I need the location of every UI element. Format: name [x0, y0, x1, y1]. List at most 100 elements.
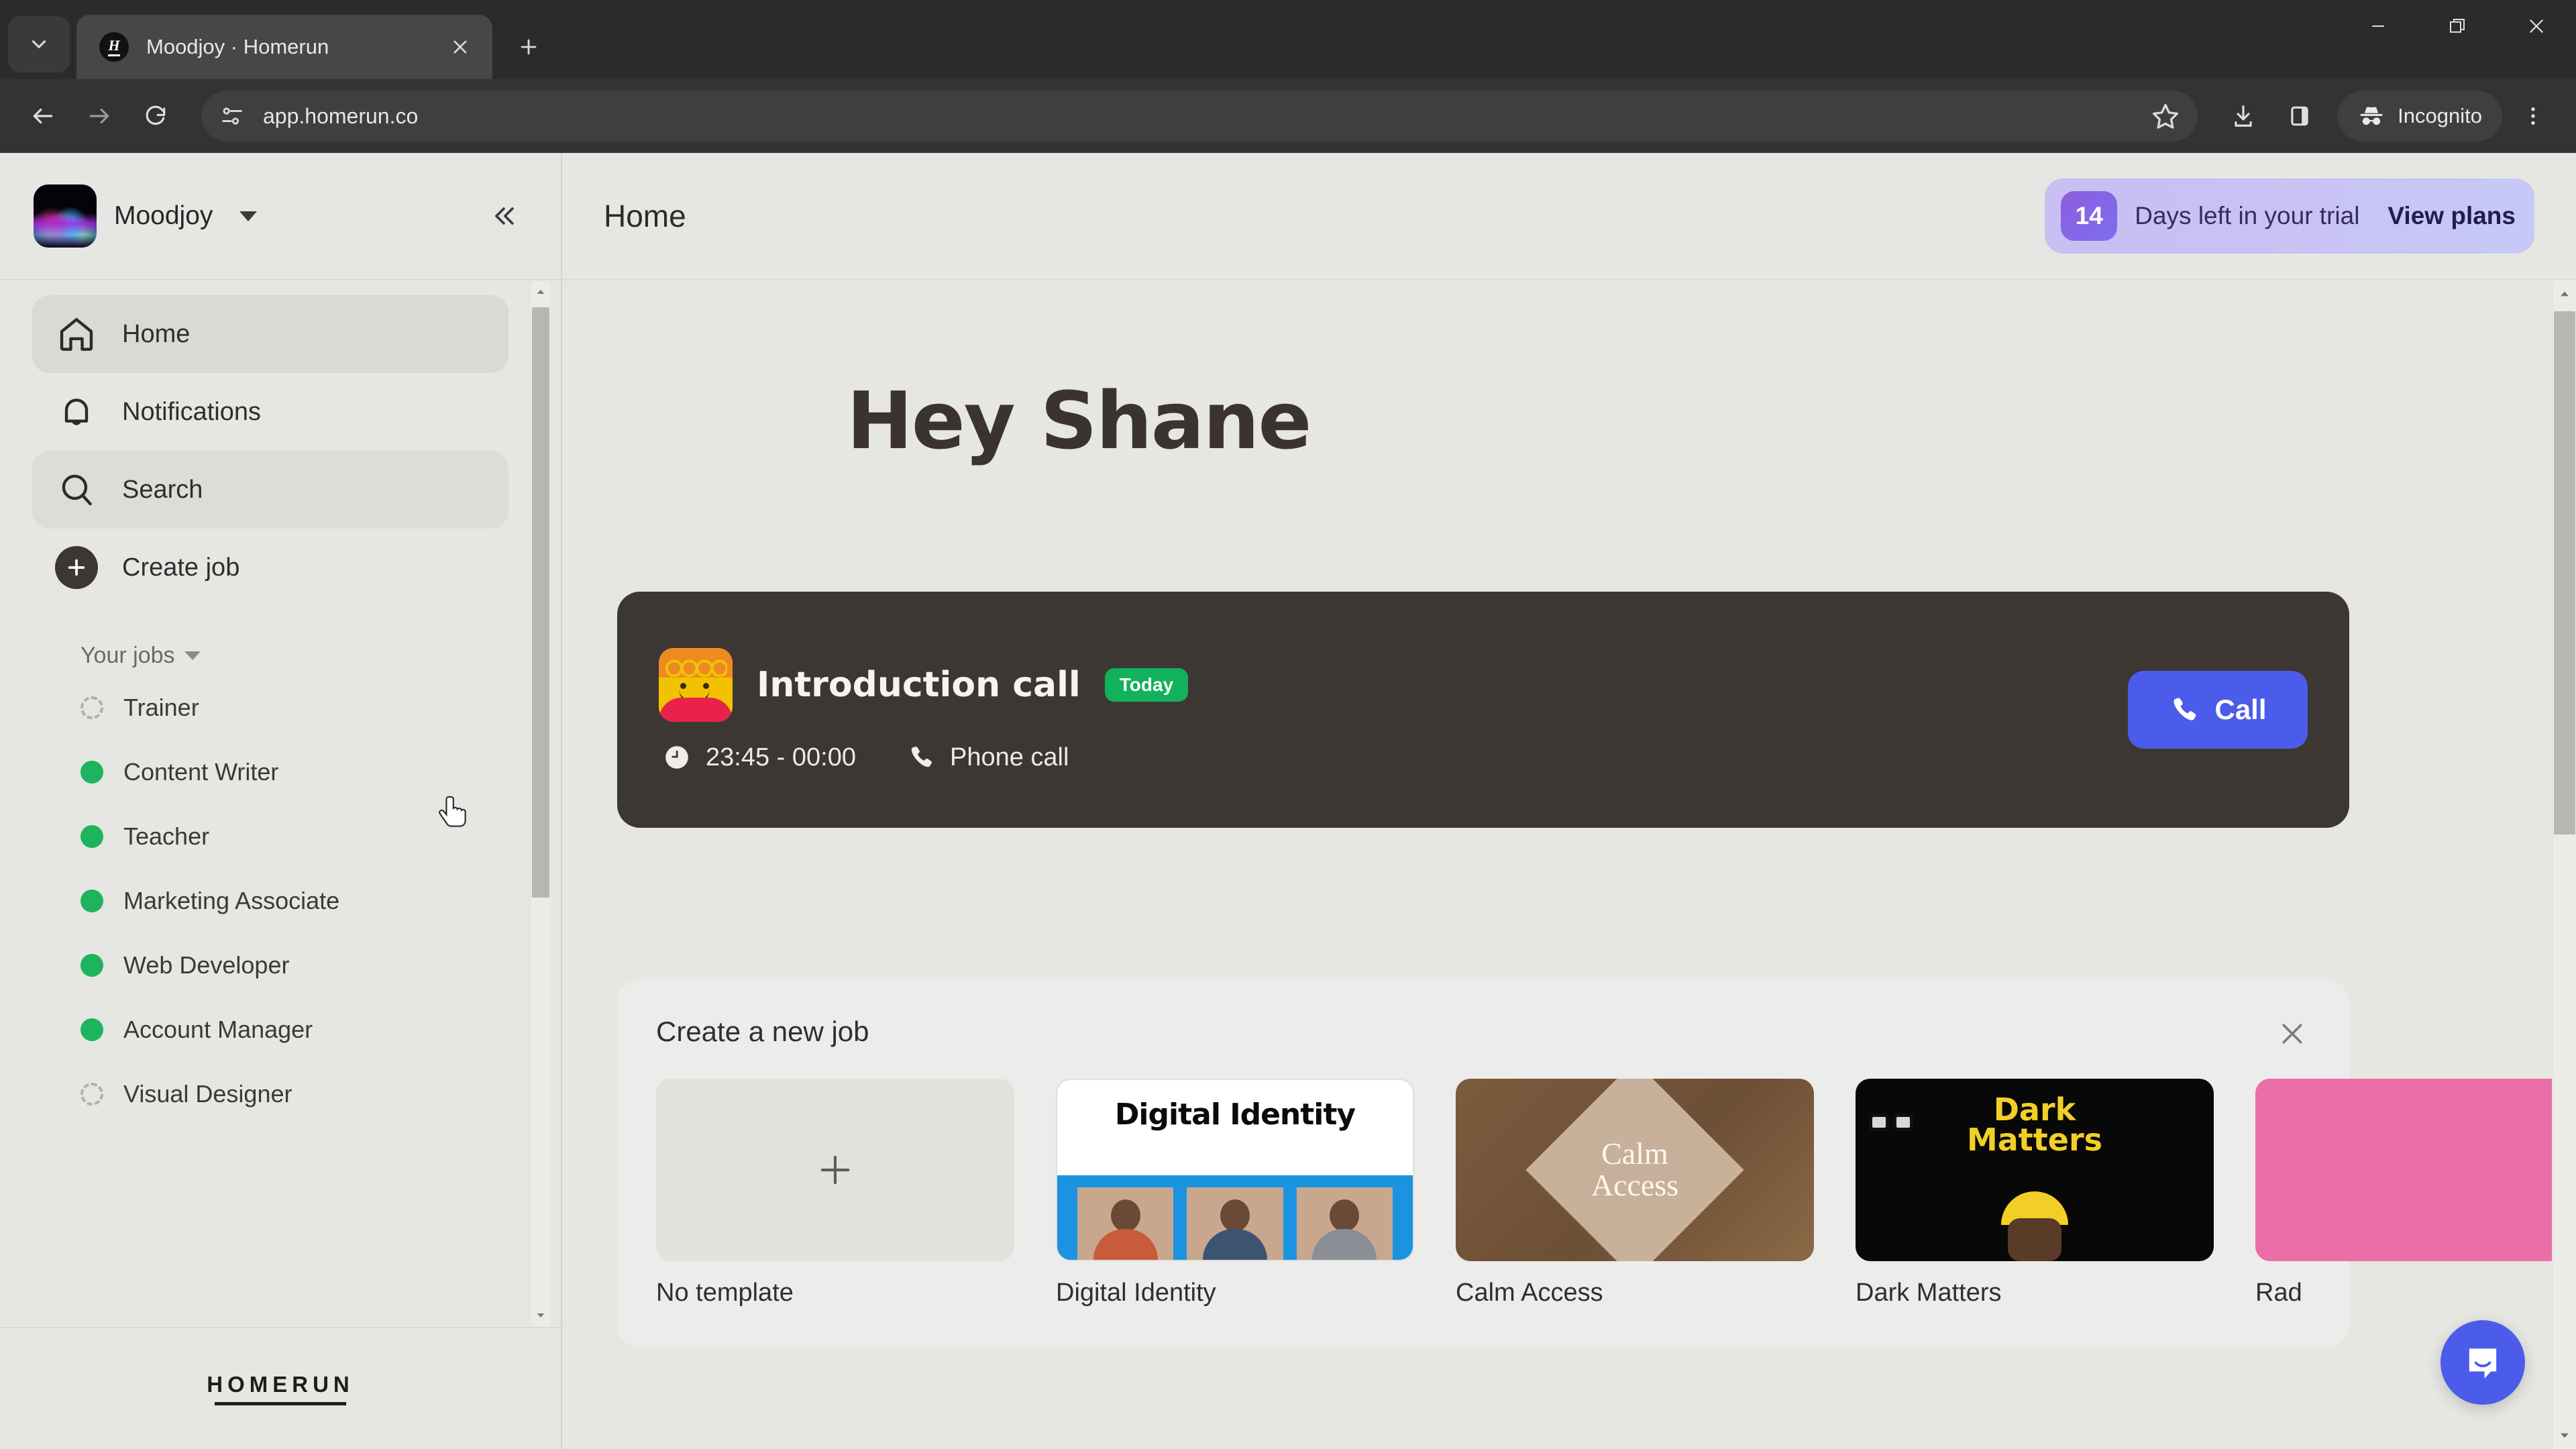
sidebar-item-create-job[interactable]: Create job: [32, 529, 508, 606]
list-item[interactable]: Web Developer: [32, 933, 508, 998]
sidebar-scrollbar[interactable]: [530, 280, 550, 1327]
template-list: No template Digital Identity Digital Ide…: [656, 1079, 2576, 1307]
home-icon: [55, 313, 98, 356]
status-badge: Today: [1104, 667, 1189, 702]
trial-text: Days left in your trial: [2135, 202, 2360, 229]
bookmark-star-icon[interactable]: [2151, 101, 2180, 131]
scroll-up-arrow-icon[interactable]: [531, 280, 551, 303]
chevrons-left-icon: [495, 207, 514, 225]
template-thumbnail-text-line2: Access: [1591, 1168, 1679, 1202]
forward-button[interactable]: [74, 91, 125, 142]
trial-banner[interactable]: 14 Days left in your trial View plans: [2045, 178, 2534, 254]
homerun-logo-text: HOMERUN: [207, 1372, 354, 1397]
list-item[interactable]: Visual Designer: [32, 1062, 508, 1126]
template-thumbnail: [2255, 1079, 2576, 1261]
new-tab-button[interactable]: [504, 23, 553, 71]
list-item[interactable]: Marketing Associate: [32, 869, 508, 933]
job-name: Teacher: [123, 822, 210, 850]
candidate-avatar: [659, 647, 733, 722]
template-name: No template: [656, 1279, 794, 1307]
phone-icon: [2174, 698, 2196, 720]
main-content: Home 14 Days left in your trial View pla…: [562, 153, 2576, 1449]
intercom-chat-button[interactable]: [2440, 1320, 2525, 1405]
call-type: Phone call: [949, 743, 1069, 771]
page-viewport: Moodjoy Home Notifications Search Create…: [0, 153, 2576, 1449]
view-plans-link[interactable]: View plans: [2387, 202, 2516, 230]
phone-icon: [907, 743, 935, 771]
template-name: Rad: [2255, 1279, 2302, 1307]
template-card-no-template[interactable]: No template: [656, 1079, 1014, 1307]
main-scrollbar-thumb[interactable]: [2554, 311, 2575, 835]
homerun-logo: HOMERUN: [207, 1372, 354, 1405]
upcoming-call-card[interactable]: Introduction call Today 23:45 - 00:00 Ph…: [617, 592, 2349, 828]
template-card-digital-identity[interactable]: Digital Identity Digital Identity: [1056, 1079, 1414, 1307]
template-card-radio[interactable]: Rad: [2255, 1079, 2576, 1307]
sidebar-scrollbar-thumb[interactable]: [532, 307, 549, 898]
scroll-up-arrow-icon[interactable]: [2553, 280, 2576, 307]
tab-favicon-icon: H: [99, 32, 129, 62]
status-dot-live-icon: [80, 954, 103, 977]
list-item[interactable]: Content Writer: [32, 740, 508, 804]
plus-icon: [820, 1155, 850, 1185]
trial-days-badge: 14: [2061, 191, 2118, 241]
minimize-icon: [2372, 25, 2384, 27]
sidebar-collapse-button[interactable]: [479, 191, 529, 241]
chevron-down-icon[interactable]: [239, 211, 258, 221]
homerun-logo-underline: [215, 1402, 346, 1405]
call-card-info: Introduction call Today 23:45 - 00:00 Ph…: [659, 647, 1189, 772]
incognito-icon: [2360, 107, 2383, 125]
plus-icon: [521, 39, 537, 55]
scroll-down-arrow-icon[interactable]: [2553, 1422, 2576, 1449]
tab-close-button[interactable]: [443, 30, 478, 64]
list-item[interactable]: Trainer: [32, 676, 508, 740]
list-item[interactable]: Teacher: [32, 804, 508, 869]
kebab-menu-icon: [2531, 107, 2535, 125]
template-thumbnail-text-line1: Calm: [1601, 1136, 1668, 1171]
window-minimize-button[interactable]: [2339, 0, 2418, 52]
job-name: Content Writer: [123, 758, 279, 786]
main-scrollbar[interactable]: [2552, 280, 2576, 1449]
reload-button[interactable]: [130, 91, 181, 142]
arrow-left-icon: [33, 108, 53, 124]
window-close-button[interactable]: [2497, 0, 2576, 52]
side-panel-button[interactable]: [2274, 91, 2325, 142]
browser-toolbar: app.homerun.co Incognito: [0, 79, 2576, 153]
sidebar-item-label: Home: [122, 319, 191, 348]
downloads-button[interactable]: [2218, 91, 2269, 142]
template-name: Digital Identity: [1056, 1279, 1216, 1307]
status-dot-live-icon: [80, 761, 103, 784]
window-controls: [2339, 0, 2576, 79]
window-maximize-button[interactable]: [2418, 0, 2497, 52]
address-bar[interactable]: app.homerun.co: [201, 91, 2198, 142]
create-job-heading: Create a new job: [656, 1016, 869, 1047]
site-settings-icon[interactable]: [219, 103, 246, 129]
sidebar-nav: Home Notifications Search Create job You…: [0, 280, 541, 1126]
sidebar-item-search[interactable]: Search: [32, 451, 508, 529]
incognito-label: Incognito: [2398, 104, 2482, 127]
template-thumbnail-text: Digital Identity: [1114, 1097, 1356, 1132]
scroll-down-arrow-icon[interactable]: [531, 1304, 551, 1327]
search-icon: [55, 468, 98, 511]
template-name: Dark Matters: [1856, 1279, 2002, 1307]
sidebar-header: Moodjoy: [0, 153, 561, 279]
sidebar-item-home[interactable]: Home: [32, 295, 508, 373]
call-button[interactable]: Call: [2128, 671, 2308, 749]
template-card-dark-matters[interactable]: Dark Matters Dark Matters: [1856, 1079, 2214, 1307]
template-card-calm-access[interactable]: Calm Access Calm Access: [1456, 1079, 1814, 1307]
organization-name[interactable]: Moodjoy: [114, 201, 213, 231]
incognito-profile-button[interactable]: Incognito: [2337, 91, 2502, 142]
template-thumbnail: Dark Matters: [1856, 1079, 2214, 1261]
sidebar-item-notifications[interactable]: Notifications: [32, 373, 508, 451]
jobs-section-toggle[interactable]: Your jobs: [80, 643, 508, 669]
close-icon: [2530, 19, 2543, 33]
page-title: Home: [604, 199, 686, 233]
browser-tab[interactable]: H Moodjoy · Homerun: [76, 15, 492, 79]
chrome-menu-button[interactable]: [2508, 91, 2559, 142]
list-item[interactable]: Account Manager: [32, 998, 508, 1062]
close-icon: [453, 40, 467, 54]
tab-search-button[interactable]: [8, 16, 70, 72]
tab-strip: H Moodjoy · Homerun: [0, 0, 2576, 79]
close-panel-button[interactable]: [2270, 1012, 2314, 1056]
greeting-heading: Hey Shane: [847, 374, 1311, 467]
back-button[interactable]: [17, 91, 68, 142]
